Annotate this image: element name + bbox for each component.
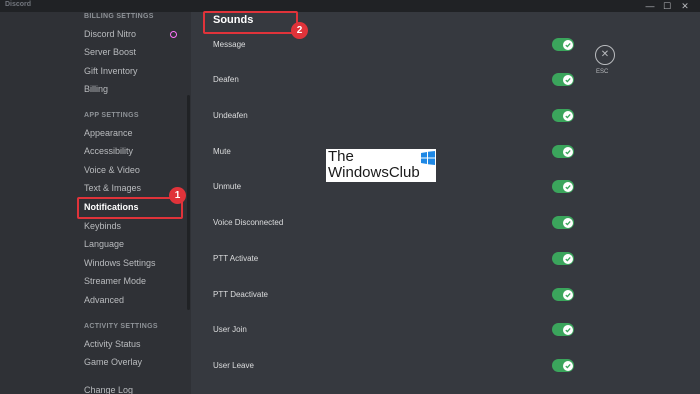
sidebar-item-appearance[interactable]: Appearance [84,126,184,140]
sound-label-user-leave: User Leave [213,361,254,370]
sidebar-item-streamer-mode[interactable]: Streamer Mode [84,274,184,288]
user-join-toggle[interactable] [552,323,574,336]
check-icon [562,217,573,228]
check-icon [562,324,573,335]
sound-label-ptt-deactivate: PTT Deactivate [213,290,268,299]
user-leave-toggle[interactable] [552,359,574,372]
window-title: Discord [5,1,32,8]
sidebar-item-language[interactable]: Language [84,237,184,251]
sidebar-item-windows-settings[interactable]: Windows Settings [84,256,184,270]
app-settings-header: APP SETTINGS [84,112,139,119]
windows-logo-icon [421,151,435,165]
unmute-toggle[interactable] [552,180,574,193]
sidebar-item-game-overlay[interactable]: Game Overlay [84,355,184,369]
watermark-line2: WindowsClub [328,164,420,181]
sidebar-item-activity-status[interactable]: Activity Status [84,337,184,351]
sidebar-item-gift-inventory[interactable]: Gift Inventory [84,64,184,78]
sidebar-item-server-boost[interactable]: Server Boost [84,45,184,59]
message-toggle[interactable] [552,38,574,51]
sound-label-ptt-activate: PTT Activate [213,254,259,263]
sidebar-item-discord-nitro[interactable]: Discord Nitro [84,27,184,41]
sound-label-user-join: User Join [213,325,247,334]
sidebar-item-advanced[interactable]: Advanced [84,293,184,307]
sidebar-item-voice-video[interactable]: Voice & Video [84,163,184,177]
sound-label-undeafen: Undeafen [213,111,248,120]
ptt-activate-toggle[interactable] [552,252,574,265]
close-settings-button[interactable]: ✕ [595,45,615,65]
ptt-deactivate-toggle[interactable] [552,288,574,301]
sound-label-mute: Mute [213,147,231,156]
sidebar-item-change-log[interactable]: Change Log [84,383,184,394]
check-icon [562,360,573,371]
esc-label: ESC [596,69,609,75]
step-badge-2: 2 [291,22,308,39]
sidebar-item-billing[interactable]: Billing [84,82,184,96]
check-icon [562,110,573,121]
nitro-icon [170,31,177,38]
billing-settings-header: BILLING SETTINGS [84,13,154,20]
activity-settings-header: ACTIVITY SETTINGS [84,323,158,330]
settings-content [191,12,700,394]
sound-label-voice-disconnected: Voice Disconnected [213,218,284,227]
check-icon [562,146,573,157]
close-window-button[interactable]: ✕ [677,0,693,12]
title-bar: Discord — ☐ ✕ [0,0,700,12]
sound-label-message: Message [213,40,246,49]
watermark-line1: The [328,148,354,165]
sound-label-deafen: Deafen [213,75,239,84]
check-icon [562,74,573,85]
sounds-highlight-box [203,11,298,34]
sidebar-scrollbar[interactable] [187,95,190,310]
thewindowsclub-watermark: The WindowsClub [326,149,436,182]
check-icon [562,39,573,50]
check-icon [562,181,573,192]
maximize-button[interactable]: ☐ [659,0,675,12]
sidebar-item-keybinds[interactable]: Keybinds [84,219,184,233]
notifications-highlight-box [77,197,183,219]
mute-toggle[interactable] [552,145,574,158]
voice-disconnected-toggle[interactable] [552,216,574,229]
undeafen-toggle[interactable] [552,109,574,122]
step-badge-1: 1 [169,187,186,204]
deafen-toggle[interactable] [552,73,574,86]
check-icon [562,253,573,264]
sound-label-unmute: Unmute [213,182,242,191]
sidebar-item-accessibility[interactable]: Accessibility [84,144,184,158]
check-icon [562,289,573,300]
close-icon: ✕ [600,49,610,60]
minimize-button[interactable]: — [642,0,658,12]
